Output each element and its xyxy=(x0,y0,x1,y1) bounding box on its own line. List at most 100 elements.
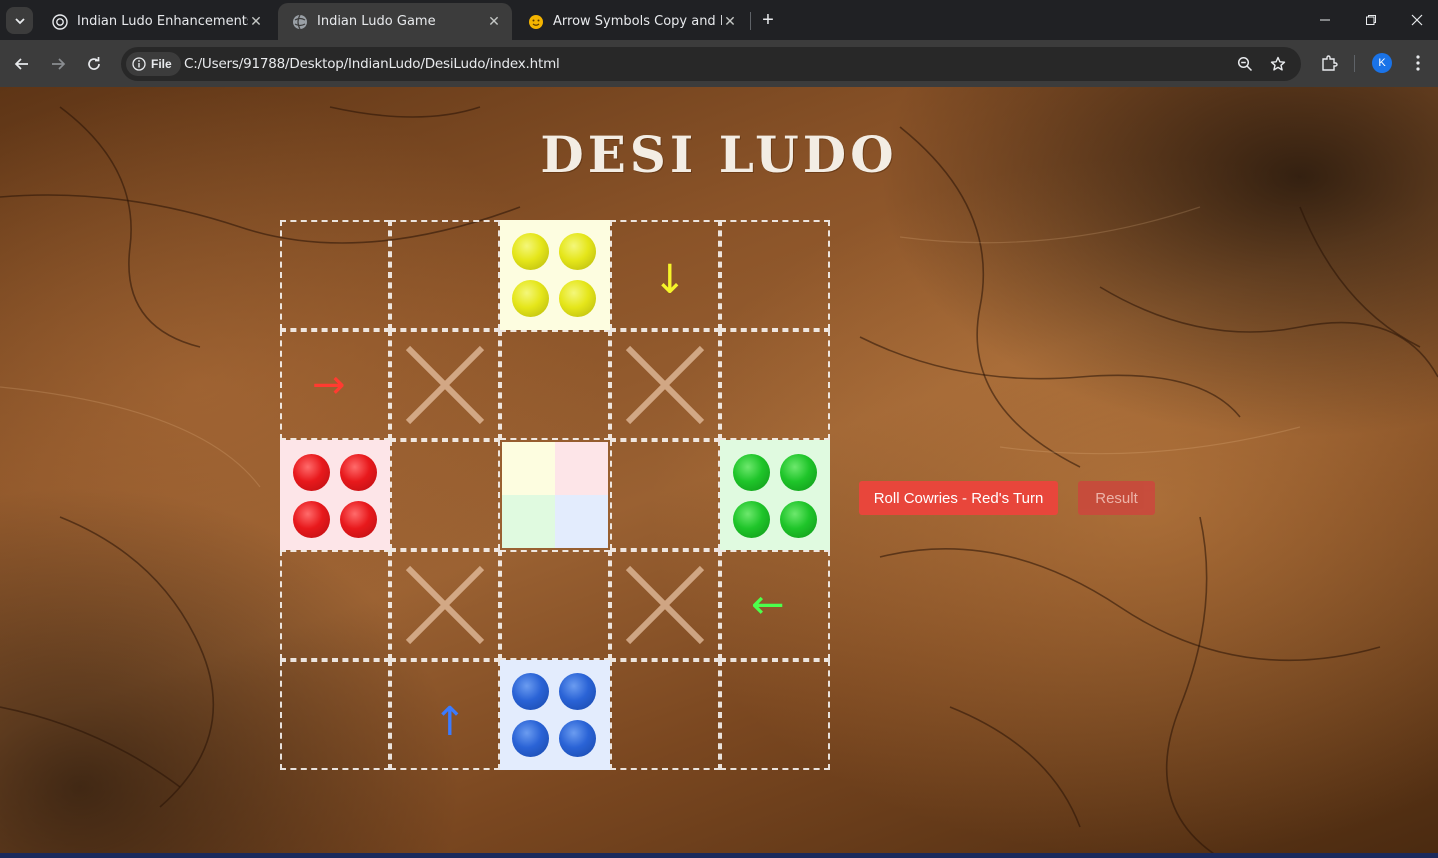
red-token[interactable] xyxy=(293,501,330,538)
center-blue-quadrant xyxy=(555,495,608,548)
zoom-button[interactable] xyxy=(1236,55,1254,73)
chevron-down-icon xyxy=(14,17,25,24)
tab-title: Arrow Symbols Copy and Paste xyxy=(553,14,722,29)
tab-arrow-symbols[interactable]: Arrow Symbols Copy and Paste ✕ xyxy=(514,3,748,40)
safe-cross-icon xyxy=(625,565,705,645)
board-cell[interactable] xyxy=(720,660,830,770)
tab-strip: Indian Ludo Enhancements ✕ Indian Ludo G… xyxy=(0,0,1438,40)
yellow-arrow-down-icon: ↓ xyxy=(653,257,687,303)
close-icon[interactable]: ✕ xyxy=(248,14,264,30)
bookmark-button[interactable] xyxy=(1269,55,1287,73)
red-token[interactable] xyxy=(340,454,377,491)
tab-search-button[interactable] xyxy=(6,7,33,34)
url-text[interactable]: C:/Users/91788/Desktop/IndianLudo/DesiLu… xyxy=(184,56,560,72)
yellow-token[interactable] xyxy=(512,280,549,317)
roll-cowries-button[interactable]: Roll Cowries - Red's Turn xyxy=(859,481,1058,515)
board-cell[interactable] xyxy=(280,550,390,660)
green-token[interactable] xyxy=(733,501,770,538)
new-tab-button[interactable]: + xyxy=(758,9,778,31)
forward-button[interactable] xyxy=(44,50,72,78)
tab-separator xyxy=(750,12,751,30)
site-info-chip[interactable]: File xyxy=(126,52,181,76)
board-cell[interactable]: → xyxy=(280,330,390,440)
toolbar-divider xyxy=(1354,55,1355,72)
board-cell[interactable]: ↑ xyxy=(390,660,500,770)
taskbar-edge xyxy=(0,853,1438,858)
zoom-out-icon xyxy=(1237,56,1253,72)
menu-button[interactable] xyxy=(1408,51,1428,75)
red-arrow-right-icon: → xyxy=(312,362,346,408)
green-token[interactable] xyxy=(733,454,770,491)
reload-button[interactable] xyxy=(80,50,108,78)
safe-cross-icon xyxy=(405,565,485,645)
reload-icon xyxy=(88,57,100,70)
safe-cell[interactable] xyxy=(610,550,720,660)
center-home-cell[interactable] xyxy=(500,440,610,550)
board-cell[interactable] xyxy=(610,440,720,550)
result-button[interactable]: Result xyxy=(1078,481,1155,515)
board-cell[interactable] xyxy=(390,220,500,330)
green-arrow-left-icon: ← xyxy=(751,582,785,628)
green-token[interactable] xyxy=(780,454,817,491)
blue-home-cell[interactable] xyxy=(500,660,610,770)
safe-cell[interactable] xyxy=(390,550,500,660)
puzzle-icon xyxy=(1322,55,1338,71)
safe-cell[interactable] xyxy=(610,330,720,440)
minimize-button[interactable] xyxy=(1302,0,1348,40)
openai-icon xyxy=(52,13,68,30)
blue-token[interactable] xyxy=(512,720,549,757)
safe-cross-icon xyxy=(405,345,485,425)
green-home-cell[interactable] xyxy=(720,440,830,550)
close-icon xyxy=(1411,14,1423,26)
blue-arrow-up-icon: ↑ xyxy=(433,699,467,745)
red-home-cell[interactable] xyxy=(280,440,390,550)
board-cell[interactable] xyxy=(280,220,390,330)
red-token[interactable] xyxy=(293,454,330,491)
address-bar[interactable]: File C:/Users/91788/Desktop/IndianLudo/D… xyxy=(121,47,1301,81)
emoji-icon xyxy=(529,14,543,29)
board-cell[interactable] xyxy=(500,330,610,440)
blue-token[interactable] xyxy=(512,673,549,710)
profile-button[interactable]: K xyxy=(1372,51,1392,75)
yellow-token[interactable] xyxy=(559,280,596,317)
board-cell[interactable]: ← xyxy=(720,550,830,660)
tab-title: Indian Ludo Game xyxy=(317,14,436,29)
yellow-token[interactable] xyxy=(512,233,549,270)
board-cell[interactable] xyxy=(720,220,830,330)
blue-token[interactable] xyxy=(559,673,596,710)
close-window-button[interactable] xyxy=(1394,0,1438,40)
board-cell[interactable]: ↓ xyxy=(610,220,720,330)
page-viewport: DESI LUDO ↓ → ← ↑ Roll Cowries - Red's T… xyxy=(0,87,1438,858)
info-icon xyxy=(132,57,146,71)
star-icon xyxy=(1270,56,1286,71)
blue-token[interactable] xyxy=(559,720,596,757)
board-cell[interactable] xyxy=(720,330,830,440)
globe-icon xyxy=(293,14,307,29)
restore-icon xyxy=(1366,15,1376,25)
tab-indian-ludo-game[interactable]: Indian Ludo Game ✕ xyxy=(278,3,512,40)
safe-cell[interactable] xyxy=(390,330,500,440)
close-icon[interactable]: ✕ xyxy=(722,14,738,30)
back-arrow-icon xyxy=(14,58,28,70)
ludo-board: ↓ → ← ↑ xyxy=(280,220,830,770)
board-cell[interactable] xyxy=(500,550,610,660)
chip-label: File xyxy=(151,57,172,71)
restore-button[interactable] xyxy=(1348,0,1394,40)
center-red-quadrant xyxy=(555,442,608,495)
board-cell[interactable] xyxy=(280,660,390,770)
yellow-token[interactable] xyxy=(559,233,596,270)
minimize-icon xyxy=(1320,19,1330,21)
kebab-menu-icon xyxy=(1416,55,1420,71)
yellow-home-cell[interactable] xyxy=(500,220,610,330)
extensions-button[interactable] xyxy=(1317,51,1341,75)
close-icon[interactable]: ✕ xyxy=(486,14,502,30)
red-token[interactable] xyxy=(340,501,377,538)
board-cell[interactable] xyxy=(390,440,500,550)
back-button[interactable] xyxy=(8,50,36,78)
forward-arrow-icon xyxy=(52,58,66,70)
center-green-quadrant xyxy=(502,495,555,548)
tab-indian-ludo-enhancements[interactable]: Indian Ludo Enhancements ✕ xyxy=(38,3,274,40)
game-title: DESI LUDO xyxy=(540,125,898,184)
green-token[interactable] xyxy=(780,501,817,538)
board-cell[interactable] xyxy=(610,660,720,770)
